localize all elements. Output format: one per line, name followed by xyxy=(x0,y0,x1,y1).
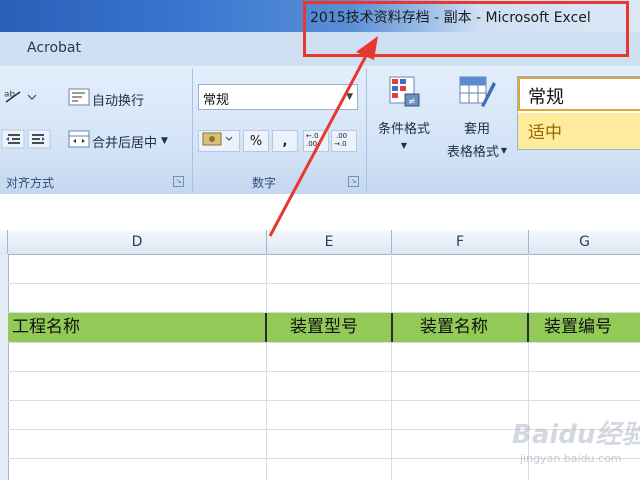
increase-decimal-button[interactable]: ←.0.00 xyxy=(303,130,329,152)
cell-border xyxy=(391,313,393,342)
chevron-down-icon: ▼ xyxy=(161,136,168,146)
table-format-button[interactable]: 套用 表格格式 ▼ xyxy=(440,74,514,160)
group-separator xyxy=(192,68,193,192)
wrap-text-button[interactable]: 自动换行 xyxy=(68,88,144,110)
chevron-down-icon: ▼ xyxy=(500,146,508,155)
baidu-watermark: Baidu经验 jingyan.baidu.com xyxy=(498,408,640,470)
decrease-indent-icon xyxy=(0,128,52,154)
alignment-group-label: 对齐方式 xyxy=(6,176,55,190)
style-normal[interactable]: 常规 xyxy=(518,77,640,111)
table-format-icon xyxy=(457,74,497,114)
chevron-down-icon: ▼ xyxy=(346,92,353,102)
increase-decimal-icon: ←.0.00 xyxy=(305,130,327,152)
decrease-decimal-button[interactable]: .00 →.0 xyxy=(331,130,357,152)
number-format-value: 常规 xyxy=(203,93,230,108)
conditional-format-button[interactable]: ≠ 条件格式 ▼ xyxy=(372,74,436,150)
column-header-row: D E F G xyxy=(0,230,640,255)
table-format-label-row: 表格格式 ▼ xyxy=(447,141,507,160)
conditional-format-label: 条件格式 xyxy=(377,122,430,137)
column-header-f[interactable]: F xyxy=(392,230,529,254)
chevron-down-icon: ▼ xyxy=(400,141,408,150)
svg-text:.00: .00 xyxy=(336,132,347,140)
svg-text:≠: ≠ xyxy=(408,97,416,107)
text-orientation-icon: ᵃᵇ xyxy=(2,86,38,110)
cell-device-name[interactable]: 装置名称 xyxy=(420,313,488,342)
orientation-button[interactable]: ᵃᵇ xyxy=(2,86,38,110)
column-header-g[interactable]: G xyxy=(529,230,640,254)
column-header-c[interactable] xyxy=(0,230,8,254)
svg-text:.00: .00 xyxy=(306,140,317,148)
table-format-label-2: 表格格式 xyxy=(446,145,499,160)
conditional-format-icon: ≠ xyxy=(387,74,421,114)
column-header-d[interactable]: D xyxy=(8,230,267,254)
grid-line xyxy=(266,254,267,480)
alignment-dialog-launcher-icon[interactable]: ↘ xyxy=(173,176,184,187)
style-medium[interactable]: 适中 xyxy=(518,113,640,149)
wrap-text-icon xyxy=(68,88,90,110)
grid-line xyxy=(8,342,640,343)
percent-button[interactable]: % xyxy=(243,130,269,152)
merge-center-label: 合并后居中 xyxy=(92,135,158,151)
grid-line xyxy=(391,254,392,480)
number-dialog-launcher-icon[interactable]: ↘ xyxy=(348,176,359,187)
tab-acrobat[interactable]: Acrobat xyxy=(27,40,81,56)
number-group-label: 数字 xyxy=(252,176,277,190)
currency-icon xyxy=(202,131,236,151)
watermark-sub: jingyan.baidu.com xyxy=(520,452,622,465)
grid-line xyxy=(8,400,640,401)
cell-border xyxy=(527,313,529,342)
title-highlight-box xyxy=(303,1,629,57)
comma-button[interactable]: , xyxy=(272,130,298,152)
wrap-text-label: 自动换行 xyxy=(92,93,145,109)
watermark-main: Baidu经验 xyxy=(512,420,640,450)
decrease-decimal-icon: .00 →.0 xyxy=(333,130,355,152)
table-format-label-1: 套用 xyxy=(463,122,490,137)
column-header-e[interactable]: E xyxy=(267,230,392,254)
indent-buttons[interactable] xyxy=(0,128,52,154)
cell-project-name[interactable]: 工程名称 xyxy=(12,313,80,342)
cell-border xyxy=(265,313,267,342)
merge-center-button[interactable]: 合并后居中 ▼ xyxy=(68,130,168,152)
cell-device-model[interactable]: 装置型号 xyxy=(290,313,358,342)
number-format-combo[interactable]: 常规 ▼ xyxy=(198,84,358,110)
svg-text:←.0: ←.0 xyxy=(306,132,319,140)
grid-line xyxy=(8,371,640,372)
formula-bar[interactable] xyxy=(0,194,640,231)
grid-line xyxy=(8,283,640,284)
row-header-strip xyxy=(0,254,9,480)
currency-button[interactable] xyxy=(198,130,240,152)
cell-device-number[interactable]: 装置编号 xyxy=(544,313,612,342)
cell-styles-gallery: 常规 适中 xyxy=(517,76,640,150)
merge-center-icon xyxy=(68,130,90,152)
group-separator xyxy=(366,68,367,192)
svg-text:→.0: →.0 xyxy=(334,140,347,148)
